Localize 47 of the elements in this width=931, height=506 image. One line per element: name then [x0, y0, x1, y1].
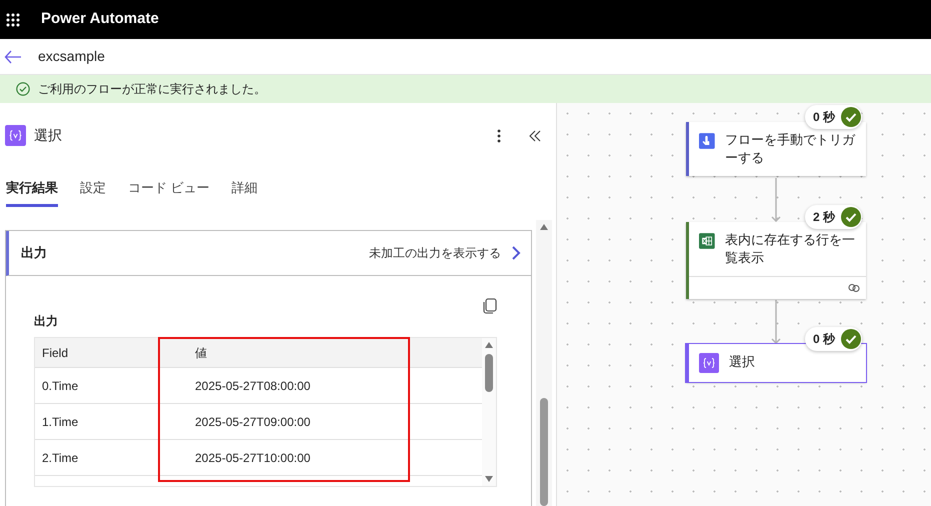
panel-title: 選択 [34, 126, 62, 145]
connector-arrow [771, 300, 781, 344]
action-title: 表内に存在する行を一覧表示 [724, 231, 856, 267]
hand-pointer-icon [699, 131, 715, 151]
action-title: フローを手動でトリガーする [724, 131, 856, 167]
more-options-icon[interactable] [497, 128, 501, 142]
flow-action-card[interactable]: 表内に存在する行を一覧表示 [686, 222, 866, 299]
banner-message: ご利用のフローが正常に実行されました。 [38, 81, 266, 98]
back-arrow-icon[interactable] [4, 50, 22, 64]
raw-output-link[interactable]: 未加工の出力を表示する [369, 244, 501, 262]
app-launcher-icon[interactable] [6, 12, 20, 26]
copy-icon[interactable] [483, 298, 497, 314]
variable-icon [5, 125, 26, 146]
scroll-up-icon[interactable] [540, 224, 548, 230]
panel-tab[interactable]: コード ビュー [128, 178, 210, 206]
scrollbar-thumb[interactable] [485, 354, 493, 392]
panel-tab[interactable]: 詳細 [232, 178, 258, 206]
panel-tab[interactable]: 設定 [80, 178, 106, 206]
table-cell-text: 2.Time [41, 450, 80, 466]
table-cell-text: 2025-05-27T08:00:00 [194, 378, 310, 394]
table-cell-text: 2025-05-27T10:00:00 [194, 450, 310, 466]
scrollbar-thumb[interactable] [540, 398, 548, 506]
flow-action-card[interactable]: 選択 [686, 344, 866, 382]
table-cell-text: 1.Time [41, 414, 80, 430]
success-circle-icon [16, 82, 30, 96]
variable-icon [699, 353, 719, 373]
table-scrollbar[interactable] [482, 338, 496, 486]
app-title: Power Automate [41, 9, 159, 30]
scroll-down-icon[interactable] [485, 476, 493, 482]
panel-scrollbar[interactable] [536, 220, 552, 506]
column-header: Field [41, 344, 70, 362]
section-header[interactable]: 出力 未加工の出力を表示する [6, 231, 531, 276]
collapse-icon[interactable] [529, 130, 541, 142]
spreadsheet-icon [699, 231, 715, 251]
flow-action-card[interactable]: フローを手動でトリガーする [686, 122, 866, 176]
section-title: 出力 [21, 244, 47, 262]
table-cell-text: 0.Time [41, 378, 80, 394]
chevron-right-icon[interactable] [511, 246, 521, 260]
output-label: 出力 [34, 313, 59, 330]
connector-arrow [771, 178, 781, 222]
panel-tab[interactable]: 実行結果 [6, 178, 58, 206]
column-header: 値 [194, 344, 207, 362]
link-icon [848, 284, 860, 292]
scroll-up-icon[interactable] [485, 342, 493, 348]
flow-name: excsample [38, 47, 105, 66]
table-cell-text: 2025-05-27T09:00:00 [194, 414, 310, 430]
action-title: 選択 [729, 353, 755, 371]
